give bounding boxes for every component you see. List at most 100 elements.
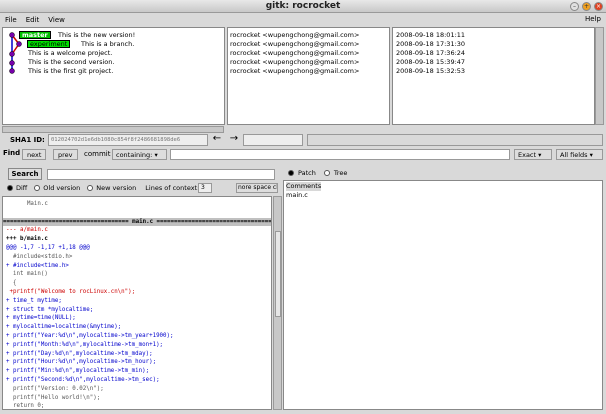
commit-message[interactable]: This is a branch.: [81, 40, 134, 49]
commit-author[interactable]: rocrocket <wupengchong@gmail.com>: [230, 31, 359, 40]
lines-of-context-label: Lines of context:: [145, 184, 200, 192]
radio-tree[interactable]: [323, 170, 330, 176]
diff-scrollbar-thumb[interactable]: [275, 231, 281, 317]
arrow-left-icon[interactable]: ←: [211, 133, 223, 146]
diff-line: + printf("Year:%d\n",mylocaltime->tm_yea…: [6, 333, 174, 339]
menu-file[interactable]: File: [5, 16, 17, 24]
find-label: Find: [3, 149, 21, 157]
find-fields-value: All fields: [560, 151, 588, 159]
minimize-icon[interactable]: –: [570, 2, 579, 11]
search-input[interactable]: [47, 169, 275, 180]
commit-message[interactable]: This is a welcome project.: [28, 49, 112, 58]
commit-date[interactable]: 2008-09-18 15:39:47: [396, 58, 465, 67]
row-progress-field: [307, 134, 603, 146]
commit-message[interactable]: This is the second version.: [28, 58, 114, 67]
diff-line: + mylocaltime=localtime(&mytime);: [6, 324, 122, 331]
menu-edit[interactable]: Edit: [26, 16, 40, 24]
menu-help[interactable]: Help: [585, 15, 601, 23]
radio-new-version-label: New version: [96, 184, 137, 192]
diff-line: + printf("Second:%d\n",mylocaltime->tm_s…: [6, 377, 160, 383]
diff-line: printf("Version: 0.02\n");: [6, 385, 104, 392]
find-exact-select[interactable]: Exact ▾: [514, 149, 552, 160]
commit-date[interactable]: 2008-09-18 17:31:30: [396, 40, 465, 49]
commit-dot-3: [9, 51, 15, 57]
commit-date[interactable]: 2008-09-18 15:32:53: [396, 67, 465, 76]
diff-pane[interactable]: Main.c ==================================…: [2, 196, 272, 410]
window-controls: – + ×: [570, 2, 603, 11]
radio-patch-label: Patch: [298, 169, 316, 177]
diff-line: int main(): [6, 271, 48, 278]
find-type-select[interactable]: containing: ▾: [112, 149, 167, 160]
diff-line: +++ b/main.c: [6, 236, 48, 243]
diff-line: +printf("Welcome to rocLinux.cn\n");: [6, 289, 136, 295]
radio-diff-label: Diff: [16, 184, 28, 192]
row-indicator-field: [243, 134, 303, 146]
diff-scrollbar[interactable]: [273, 196, 282, 410]
radio-patch[interactable]: [288, 170, 294, 176]
file-list-item[interactable]: main.c: [286, 191, 308, 200]
commit-author[interactable]: rocrocket <wupengchong@gmail.com>: [230, 58, 359, 67]
diff-line: + printf("Min:%d\n",mylocaltime->tm_min)…: [6, 368, 150, 375]
commit-author[interactable]: rocrocket <wupengchong@gmail.com>: [230, 49, 359, 58]
commit-message[interactable]: This is the first git project.: [28, 67, 113, 76]
diff-line: + printf("Hour:%d\n",mylocaltime->tm_hou…: [6, 359, 157, 366]
menu-bar: File Edit View Help: [0, 13, 606, 26]
diff-line: + printf("Month:%d\n",mylocaltime->tm_mo…: [6, 341, 164, 348]
date-pane[interactable]: 2008-09-18 18:01:11 2008-09-18 17:31:30 …: [392, 27, 595, 125]
file-list-item[interactable]: Comments: [286, 182, 322, 191]
graph-horizontal-scrollbar[interactable]: [2, 126, 224, 133]
close-icon[interactable]: ×: [594, 2, 603, 11]
commit-date[interactable]: 2008-09-18 17:36:24: [396, 49, 465, 58]
radio-diff[interactable]: [7, 185, 13, 191]
file-list-pane[interactable]: Comments main.c: [283, 180, 603, 410]
diff-line: + time_t mytime;: [6, 297, 62, 304]
maximize-icon[interactable]: +: [582, 2, 591, 11]
diff-line: + printf("Day:%d\n",mylocaltime->tm_mday…: [6, 350, 153, 357]
radio-old-version-label: Old version: [43, 184, 81, 192]
sha1-label: SHA1 ID:: [10, 136, 45, 144]
commit-author[interactable]: rocrocket <wupengchong@gmail.com>: [230, 67, 359, 76]
commit-list-scrollbar[interactable]: [595, 27, 604, 125]
find-exact-value: Exact: [518, 151, 537, 159]
find-commit-label: commit: [84, 150, 111, 158]
ignore-space-checkbox[interactable]: nore space cl: [236, 183, 278, 193]
diff-options: Diff Old version New version Lines of co…: [7, 183, 199, 193]
commit-graph-pane[interactable]: master experiment This is the new versio…: [2, 27, 225, 125]
commit-dot-4: [9, 60, 15, 66]
commit-dot-1: [9, 32, 15, 38]
diff-file-header: ==================================== mai…: [3, 217, 271, 226]
arrow-right-icon[interactable]: →: [228, 133, 240, 146]
author-pane[interactable]: rocrocket <wupengchong@gmail.com> rocroc…: [227, 27, 390, 125]
diff-line: Main.c: [6, 201, 48, 207]
patch-tree-toggle: Patch Tree: [288, 168, 347, 178]
commit-author[interactable]: rocrocket <wupengchong@gmail.com>: [230, 40, 359, 49]
diff-line: + mytime=time(NULL);: [6, 315, 76, 322]
find-input[interactable]: [170, 149, 510, 160]
diff-line: --- a/main.c: [6, 227, 48, 234]
menu-view[interactable]: View: [48, 16, 65, 24]
diff-line: return 0;: [6, 403, 45, 410]
find-type-value: containing:: [116, 151, 153, 159]
commit-dot-2: [16, 41, 22, 47]
search-button[interactable]: Search: [8, 168, 42, 180]
radio-new-version[interactable]: [87, 185, 94, 191]
radio-old-version[interactable]: [34, 185, 41, 191]
lines-of-context-input[interactable]: 3: [198, 183, 212, 193]
diff-line: {: [6, 280, 17, 287]
branch-tag-master[interactable]: master: [19, 31, 51, 39]
diff-line: printf("Hello world!\n");: [6, 394, 101, 401]
title-bar: gitk: rocrocket – + ×: [0, 0, 606, 13]
commit-date[interactable]: 2008-09-18 18:01:11: [396, 31, 465, 40]
find-prev-button[interactable]: prev: [53, 149, 78, 160]
diff-line: + struct tm *mylocaltime;: [6, 306, 94, 313]
find-next-button[interactable]: next: [22, 149, 47, 160]
sha1-field[interactable]: 012024702d1e6db1080c854f8f2486681898de6: [48, 134, 208, 146]
diff-line: #include<stdio.h>: [6, 253, 73, 260]
branch-tag-experiment[interactable]: experiment: [27, 40, 71, 48]
find-fields-select[interactable]: All fields ▾: [556, 149, 603, 160]
diff-line: @@@ -1,7 -1,17 +1,18 @@@: [6, 245, 90, 251]
diff-line: + #include<time.h>: [6, 262, 69, 269]
radio-tree-label: Tree: [333, 169, 348, 177]
window-title: gitk: rocrocket: [265, 1, 341, 11]
commit-message[interactable]: This is the new version!: [58, 31, 135, 40]
